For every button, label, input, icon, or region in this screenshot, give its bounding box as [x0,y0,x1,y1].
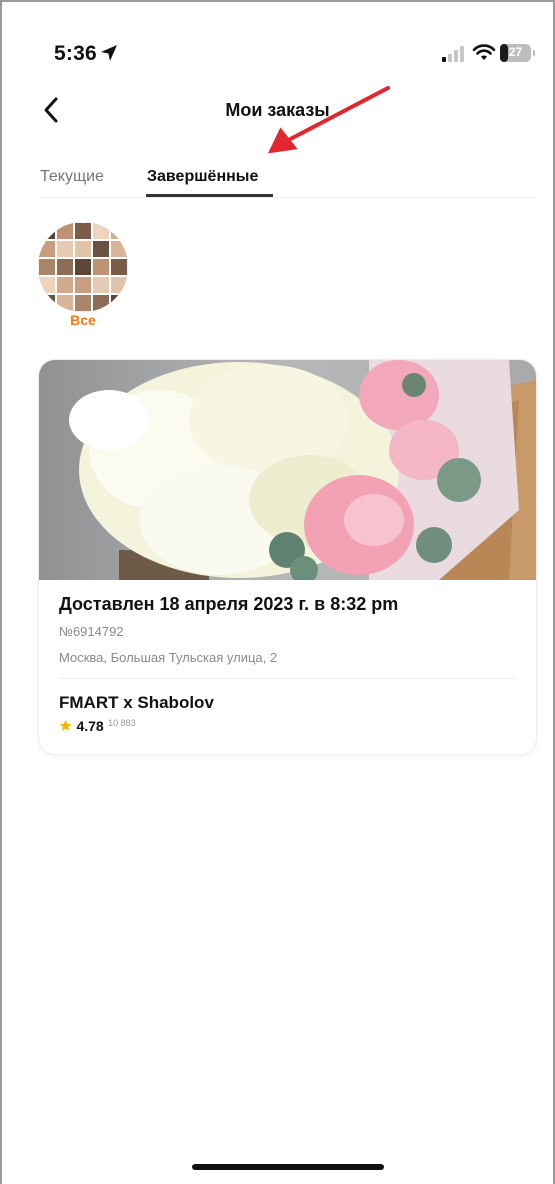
active-tab-indicator [146,194,273,197]
filter-all-label: Все [70,312,96,328]
tab-current[interactable]: Текущие [40,168,104,186]
status-bar: 5:36 27 [0,38,555,68]
status-time: 5:36 [54,42,97,65]
annotation-arrow-icon [267,86,390,154]
shop-name: FMART x Shabolov [59,693,214,712]
home-indicator [192,1164,384,1170]
location-arrow-icon [101,45,117,61]
order-status: Доставлен 18 апреля 2023 г. в 8:32 pm [59,594,399,614]
reviews-count: 10 883 [108,718,136,728]
divider [59,678,516,679]
order-address: Москва, Большая Тульская улица, 2 [59,650,278,665]
star-icon [59,719,72,731]
avatar [38,222,128,312]
rating-value: 4.78 [76,718,104,734]
battery-percent: 27 [508,45,523,59]
wifi-icon [472,44,496,60]
signal-icon [442,46,464,62]
order-card[interactable]: Доставлен 18 апреля 2023 г. в 8:32 pm №6… [39,360,536,754]
shop-rating: 4.78 10 883 [59,718,136,736]
bouquet-photo [39,360,536,580]
filter-all[interactable]: Все [38,222,130,330]
battery-icon: 27 [500,44,536,62]
tab-completed[interactable]: Завершённые [147,168,258,186]
order-number: №6914792 [59,624,124,639]
